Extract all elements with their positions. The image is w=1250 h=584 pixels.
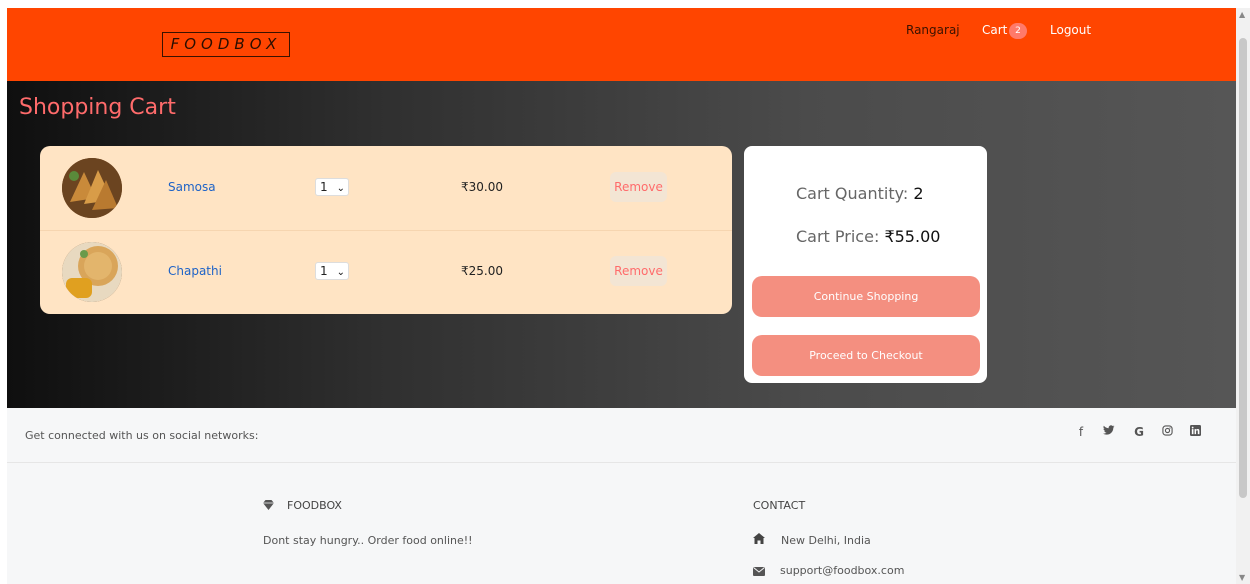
proceed-to-checkout-button[interactable]: Proceed to Checkout — [752, 335, 980, 376]
nav-logout-link[interactable]: Logout — [1050, 23, 1091, 37]
scroll-thumb[interactable] — [1239, 38, 1247, 498]
footer: FOODBOX Dont stay hungry.. Order food on… — [7, 463, 1236, 584]
cart-count-badge: 2 — [1009, 23, 1027, 39]
cart-quantity: Cart Quantity: 2 — [796, 184, 924, 203]
navbar: FOODBOX Rangaraj Cart 2 Logout — [7, 8, 1236, 81]
samosa-image — [62, 158, 122, 218]
instagram-icon[interactable] — [1159, 425, 1175, 439]
scroll-down-icon[interactable]: ▼ — [1239, 573, 1245, 582]
cart-quantity-label: Cart Quantity: — [796, 184, 909, 203]
item-price: ₹30.00 — [461, 180, 503, 194]
cart-price-label: Cart Price: — [796, 227, 880, 246]
scroll-up-icon[interactable]: ▲ — [1239, 10, 1245, 19]
contact-email[interactable]: support@foodbox.com — [780, 564, 904, 577]
social-text: Get connected with us on social networks… — [25, 429, 259, 442]
item-name-link[interactable]: Chapathi — [168, 264, 222, 278]
cart-summary-card: Cart Quantity: 2 Cart Price: ₹55.00 Cont… — [744, 146, 987, 383]
cart-section: Shopping Cart Samosa 1 ⌄ ₹30.00 Remove C… — [7, 81, 1236, 408]
quantity-value: 1 — [320, 264, 328, 278]
nav-user-link[interactable]: Rangaraj — [906, 23, 960, 37]
item-name-link[interactable]: Samosa — [168, 180, 216, 194]
page-scrollbar[interactable]: ▲ ▼ — [1236, 8, 1250, 584]
footer-tagline: Dont stay hungry.. Order food online!! — [263, 534, 473, 547]
brand-logo[interactable]: FOODBOX — [162, 32, 290, 57]
page-title: Shopping Cart — [19, 95, 176, 120]
gem-icon — [261, 499, 275, 513]
item-price: ₹25.00 — [461, 264, 503, 278]
footer-brand: FOODBOX — [287, 499, 342, 512]
remove-button[interactable]: Remove — [610, 172, 667, 202]
continue-shopping-button[interactable]: Continue Shopping — [752, 276, 980, 317]
cart-row: Samosa 1 ⌄ ₹30.00 Remove — [40, 146, 732, 230]
cart-price: Cart Price: ₹55.00 — [796, 227, 940, 246]
chevron-down-icon: ⌄ — [336, 267, 345, 278]
cart-price-value: ₹55.00 — [884, 227, 941, 246]
facebook-icon[interactable]: f — [1073, 425, 1089, 439]
remove-button[interactable]: Remove — [610, 256, 667, 286]
home-icon — [752, 533, 766, 547]
social-bar: Get connected with us on social networks… — [7, 408, 1236, 463]
quantity-value: 1 — [320, 180, 328, 194]
envelope-icon — [752, 565, 766, 579]
quantity-select[interactable]: 1 ⌄ — [315, 178, 349, 196]
top-strip — [0, 0, 1250, 8]
contact-heading: CONTACT — [753, 499, 806, 512]
chapathi-image — [62, 242, 122, 302]
twitter-icon[interactable] — [1101, 425, 1117, 439]
contact-address: New Delhi, India — [781, 534, 871, 547]
chevron-down-icon: ⌄ — [336, 183, 345, 194]
cart-row: Chapathi 1 ⌄ ₹25.00 Remove — [40, 230, 732, 314]
linkedin-icon[interactable] — [1187, 425, 1203, 439]
cart-quantity-value: 2 — [913, 184, 924, 203]
cart-items-card: Samosa 1 ⌄ ₹30.00 Remove Chapathi 1 ⌄ ₹2… — [40, 146, 732, 314]
nav-cart-link[interactable]: Cart — [982, 23, 1007, 37]
page: FOODBOX Rangaraj Cart 2 Logout Shopping … — [7, 8, 1236, 584]
google-icon[interactable]: G — [1131, 425, 1147, 439]
quantity-select[interactable]: 1 ⌄ — [315, 262, 349, 280]
